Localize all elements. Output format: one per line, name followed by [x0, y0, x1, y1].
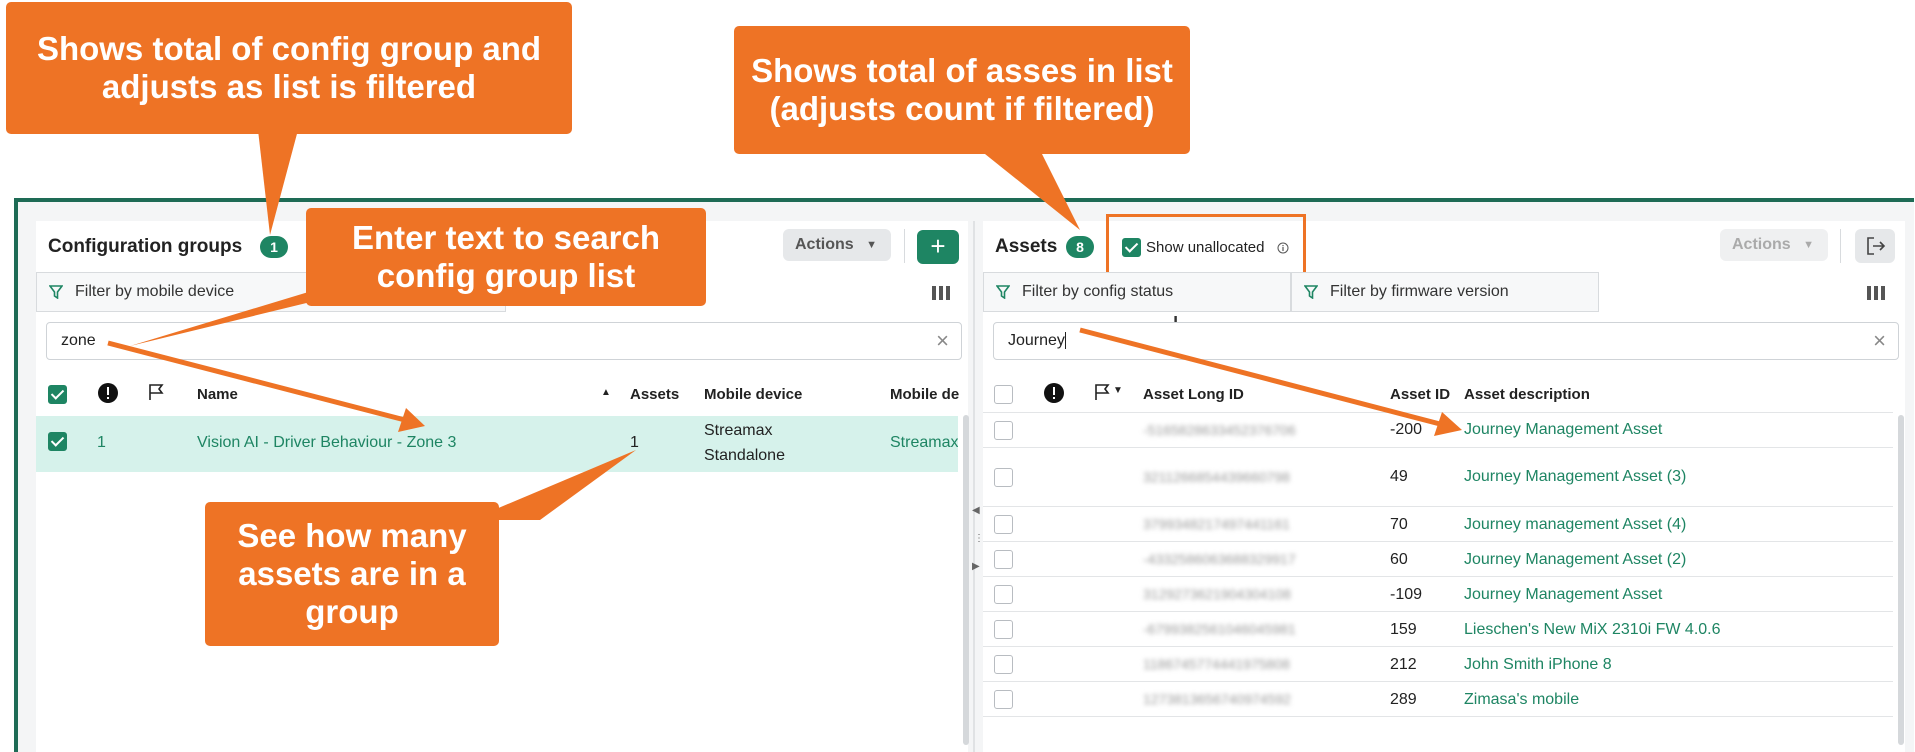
callout-assets-in-group: See how many assets are in a group — [205, 502, 499, 646]
callout-assets-total: Shows total of asses in list (adjusts co… — [734, 26, 1190, 154]
callout-search: Enter text to search config group list — [306, 208, 706, 306]
callout-config-total: Shows total of config group and adjusts … — [6, 2, 572, 134]
